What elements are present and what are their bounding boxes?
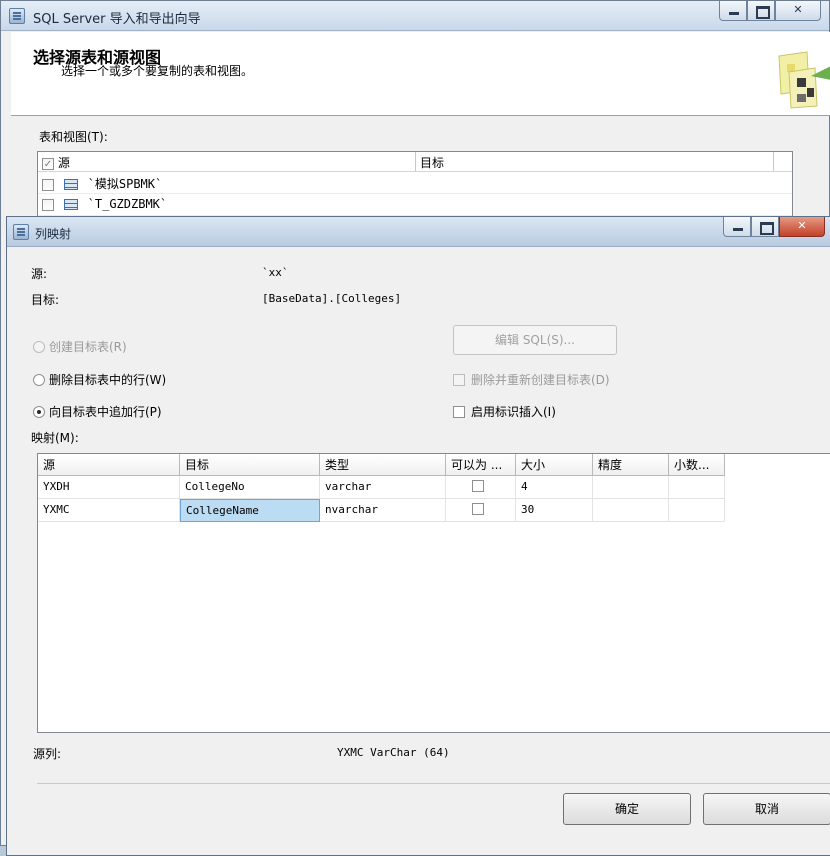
target-label: 目标: (31, 293, 60, 307)
append-rows-radio[interactable] (33, 405, 45, 418)
source-column-label: 源列: (33, 747, 62, 761)
mapping-target-cell[interactable]: CollegeNo (180, 476, 320, 499)
minimize-button[interactable] (719, 1, 747, 21)
mappings-grid-header: 源 目标 类型 可以为 ... 大小 精度 小数... (38, 454, 830, 476)
mapping-precision-cell[interactable] (593, 499, 669, 522)
table-target-cell[interactable] (416, 194, 774, 215)
mapping-type-cell[interactable]: varchar (320, 476, 446, 499)
dialog-minimize-button[interactable] (723, 217, 751, 237)
table-row[interactable]: `T_GZDZBMK` (38, 194, 792, 216)
table-icon (63, 199, 78, 210)
column-mapping-dialog: 列映射 ✕ 源: `xx` 目标: [BaseData].[Colleges] … (6, 216, 830, 856)
source-column-value: YXMC VarChar (64) (337, 746, 450, 759)
wizard-title-bar[interactable]: SQL Server 导入和导出向导 ✕ (1, 1, 829, 31)
table-name: `模拟SPBMK` (87, 177, 163, 191)
nullable-checkbox[interactable] (471, 480, 484, 492)
ok-button[interactable]: 确定 (563, 793, 691, 825)
col-header-target[interactable]: 目标 (180, 454, 320, 476)
col-header-nullable[interactable]: 可以为 ... (446, 454, 516, 476)
table-source-cell: `模拟SPBMK` (38, 172, 416, 193)
target-header-label: 目标 (420, 156, 445, 170)
mapping-size-cell[interactable]: 4 (516, 476, 593, 499)
mapping-precision-cell[interactable] (593, 476, 669, 499)
wizard-header: 选择源表和源视图 选择一个或多个要复制的表和视图。 (11, 32, 830, 116)
dialog-maximize-button[interactable] (751, 217, 779, 237)
append-rows-label: 向目标表中追加行(P) (49, 405, 162, 419)
mapping-nullable-cell[interactable] (446, 499, 516, 522)
tables-views-grid: 源 目标 `模拟SPBMK` `T_GZDZBMK` (37, 151, 793, 217)
table-target-cell[interactable] (416, 172, 774, 193)
mapping-source-cell: YXDH (38, 476, 180, 499)
footer-divider (37, 783, 830, 784)
mapping-source-cell: YXMC (38, 499, 180, 522)
source-label: 源: (31, 267, 48, 281)
dialog-close-button[interactable]: ✕ (779, 217, 825, 237)
close-icon: ✕ (797, 219, 807, 232)
mapping-scale-cell[interactable] (669, 476, 725, 499)
table-row[interactable]: YXDH CollegeNo varchar 4 (38, 476, 830, 499)
mappings-grid: 源 目标 类型 可以为 ... 大小 精度 小数... YXDH College… (37, 453, 830, 733)
mapping-type-cell[interactable]: nvarchar (320, 499, 446, 522)
source-value: `xx` (262, 266, 289, 279)
close-button[interactable]: ✕ (775, 1, 821, 21)
edit-sql-button[interactable]: 编辑 SQL(S)... (453, 325, 617, 355)
target-value: [BaseData].[Colleges] (262, 292, 402, 305)
app-icon (9, 8, 25, 24)
col-header-scale[interactable]: 小数... (669, 454, 725, 476)
col-header-source[interactable]: 源 (38, 454, 180, 476)
create-table-radio (33, 340, 45, 353)
wizard-title: SQL Server 导入和导出向导 (33, 12, 201, 27)
tables-grid-header: 源 目标 (38, 152, 792, 172)
drop-recreate-label: 删除并重新创建目标表(D) (471, 373, 610, 387)
identity-insert-label: 启用标识插入(I) (471, 405, 556, 419)
drop-recreate-checkbox (453, 373, 465, 386)
delete-rows-radio[interactable] (33, 373, 45, 386)
wizard-graphic-icon (761, 46, 830, 112)
table-name: `T_GZDZBMK` (87, 197, 168, 211)
delete-rows-option[interactable]: 删除目标表中的行(W) (33, 371, 166, 388)
table-source-cell: `T_GZDZBMK` (38, 194, 416, 215)
dialog-app-icon (13, 224, 29, 240)
drop-recreate-option: 删除并重新创建目标表(D) (453, 371, 610, 388)
table-row[interactable]: `模拟SPBMK` (38, 172, 792, 194)
target-column-header[interactable]: 目标 (416, 152, 774, 171)
table-checkbox[interactable] (42, 178, 54, 191)
mapping-size-cell[interactable]: 30 (516, 499, 593, 522)
source-header-label: 源 (57, 156, 70, 170)
source-column-header[interactable]: 源 (38, 152, 416, 171)
identity-insert-checkbox[interactable] (453, 405, 465, 418)
mappings-label: 映射(M): (31, 431, 79, 445)
create-table-option: 创建目标表(R) (33, 338, 127, 355)
mapping-scale-cell[interactable] (669, 499, 725, 522)
wizard-window-controls: ✕ (719, 1, 821, 21)
mapping-target-cell[interactable]: CollegeName (180, 499, 320, 522)
table-checkbox[interactable] (42, 198, 54, 211)
dialog-window-controls: ✕ (723, 217, 825, 237)
cancel-button[interactable]: 取消 (703, 793, 830, 825)
maximize-button[interactable] (747, 1, 775, 21)
delete-rows-label: 删除目标表中的行(W) (49, 373, 167, 387)
create-table-label: 创建目标表(R) (49, 340, 127, 354)
table-icon (63, 179, 78, 190)
dialog-title: 列映射 (35, 227, 72, 241)
mapping-nullable-cell[interactable] (446, 476, 516, 499)
select-all-checkbox[interactable] (42, 157, 54, 170)
nullable-checkbox[interactable] (471, 503, 484, 515)
append-rows-option[interactable]: 向目标表中追加行(P) (33, 403, 162, 420)
identity-insert-option[interactable]: 启用标识插入(I) (453, 403, 556, 420)
page-subtitle: 选择一个或多个要复制的表和视图。 (61, 64, 254, 78)
close-icon: ✕ (793, 3, 803, 16)
col-header-size[interactable]: 大小 (516, 454, 593, 476)
table-row[interactable]: YXMC CollegeName nvarchar 30 (38, 499, 830, 522)
col-header-type[interactable]: 类型 (320, 454, 446, 476)
col-header-precision[interactable]: 精度 (593, 454, 669, 476)
dialog-title-bar[interactable]: 列映射 ✕ (7, 217, 830, 247)
tables-views-label: 表和视图(T): (39, 130, 108, 144)
